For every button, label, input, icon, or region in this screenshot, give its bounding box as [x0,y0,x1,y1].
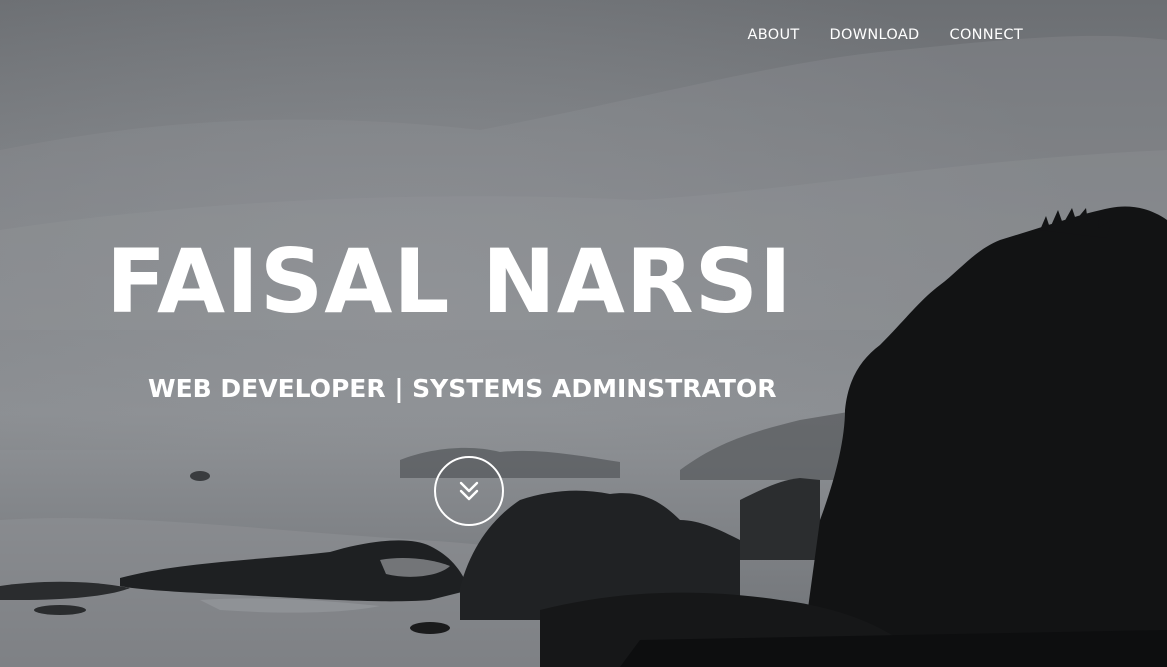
top-navigation: ABOUT DOWNLOAD CONNECT [748,27,1023,43]
hero-subtitle: WEB DEVELOPER | SYSTEMS ADMINSTRATOR [148,374,777,403]
nav-link-connect[interactable]: CONNECT [950,27,1023,43]
double-chevron-down-icon [459,481,479,501]
hero-title: FAISAL NARSI [106,230,793,333]
hero-background-image [0,0,1167,667]
hero-section: ABOUT DOWNLOAD CONNECT FAISAL NARSI WEB … [0,0,1167,667]
nav-link-download[interactable]: DOWNLOAD [830,27,920,43]
scroll-down-button[interactable] [434,456,504,526]
nav-link-about[interactable]: ABOUT [748,27,800,43]
